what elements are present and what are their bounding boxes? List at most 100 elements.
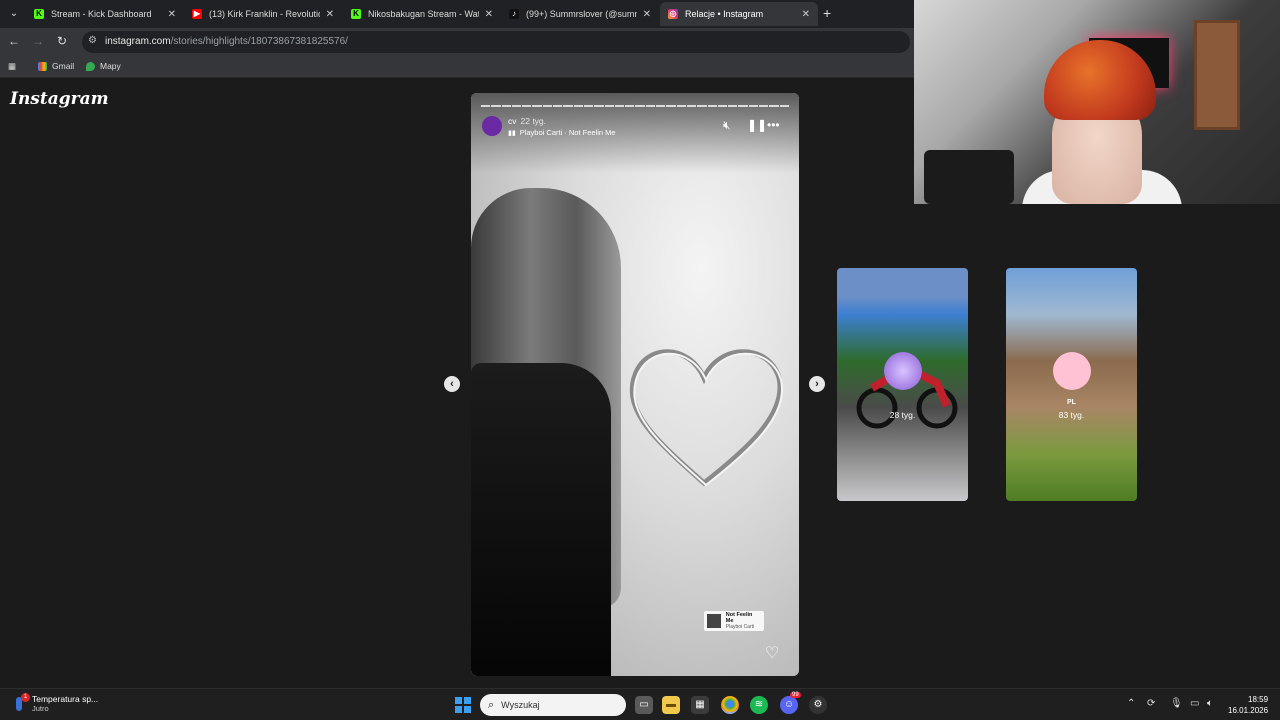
browser-tab-strip: ⌄ K Stream - Kick Dashboard ✕ ▶ (13) Kir…	[0, 0, 914, 28]
microphone-icon[interactable]: 🎙︎	[1170, 698, 1183, 709]
windows-start-icon[interactable]	[455, 697, 471, 713]
next-story-preview[interactable]: 28 tyg.	[837, 268, 968, 501]
close-tab-icon[interactable]: ✕	[643, 9, 651, 20]
tab-search-chevron-icon[interactable]: ⌄	[6, 6, 22, 22]
apps-grid-icon[interactable]: ▦	[8, 61, 16, 72]
site-info-icon[interactable]: ⚙	[88, 35, 97, 46]
bookmark-mapy[interactable]: Mapy	[86, 61, 121, 71]
progress-segment	[491, 105, 501, 107]
progress-segment	[573, 105, 583, 107]
weather-title: Temperatura sp...	[32, 694, 99, 704]
next-story-chevron-icon[interactable]: ›	[809, 376, 825, 392]
sand-heart-drawing	[629, 349, 784, 487]
taskbar-search[interactable]: ⌕ Wyszukaj	[480, 694, 626, 716]
gmail-icon	[38, 61, 47, 71]
story-username[interactable]: cv	[508, 116, 517, 126]
more-options-icon[interactable]: •••	[767, 118, 780, 132]
story-song[interactable]: ▮▮ Playboi Carti · Not Feelin Me	[508, 128, 616, 137]
story-song-title: Playboi Carti · Not Feelin Me	[519, 128, 616, 137]
discord-icon[interactable]: ☺	[780, 696, 798, 714]
music-sticker[interactable]: Not Feelin Me Playboi Carti	[704, 611, 764, 631]
back-arrow-icon[interactable]: ←	[6, 34, 22, 48]
tab-kick-stream[interactable]: K Nikosbakugan Stream - Watch ✕	[343, 2, 501, 26]
tab-tiktok[interactable]: ♪ (99+) Summrslover (@summrs ✕	[501, 2, 659, 26]
close-tab-icon[interactable]: ✕	[168, 9, 176, 20]
weather-widget[interactable]: 1 Temperatura sp... Jutro	[12, 692, 99, 713]
weather-badge: 1	[21, 692, 30, 702]
kick-icon: K	[351, 9, 361, 19]
webcam-chair	[924, 150, 1014, 204]
progress-segment	[604, 105, 614, 107]
preview-username: PL	[1067, 399, 1076, 406]
pause-icon[interactable]: ❚❚	[747, 118, 767, 132]
tab-kick-dashboard[interactable]: K Stream - Kick Dashboard ✕	[26, 2, 184, 26]
tab-instagram[interactable]: ◎ Relacje • Instagram ✕	[660, 2, 818, 26]
progress-segment	[676, 105, 686, 107]
progress-segment	[625, 105, 635, 107]
bookmarks-bar: ▦ Gmail Mapy	[0, 56, 914, 78]
progress-segment	[501, 105, 511, 107]
new-tab-plus-icon[interactable]: +	[823, 5, 831, 21]
previous-story-chevron-icon[interactable]: ‹	[444, 376, 460, 392]
tab-title: Stream - Kick Dashboard	[51, 9, 152, 19]
close-tab-icon[interactable]: ✕	[802, 9, 810, 20]
preview-avatar	[884, 352, 922, 390]
next-story-preview[interactable]: PL 83 tyg.	[1006, 268, 1137, 501]
discord-badge: 99	[790, 692, 801, 698]
progress-segment	[707, 105, 717, 107]
volume-icon[interactable]: 🔈︎	[1207, 698, 1213, 709]
file-explorer-icon[interactable]: ▬	[662, 696, 680, 714]
spotify-icon[interactable]: ≋	[750, 696, 768, 714]
like-heart-icon[interactable]: ♡	[765, 643, 779, 663]
story-viewer[interactable]: cv 22 tyg. ▮▮ Playboi Carti · Not Feelin M…	[471, 93, 799, 676]
progress-segment	[594, 105, 604, 107]
url-text: instagram.com/stories/highlights/1807386…	[105, 36, 348, 47]
album-cover	[707, 614, 721, 628]
webcam-overlay	[914, 0, 1280, 204]
progress-segment	[738, 105, 748, 107]
url-domain: instagram.com	[105, 36, 171, 47]
bookmark-label: Mapy	[100, 61, 121, 71]
chrome-icon[interactable]	[721, 696, 739, 714]
microsoft-store-icon[interactable]: ▦	[691, 696, 709, 714]
system-clock[interactable]: 18:59 16.01.2026	[1228, 694, 1268, 716]
bookmark-label: Gmail	[52, 61, 75, 71]
address-bar[interactable]: ⚙ instagram.com/stories/highlights/18073…	[82, 31, 910, 53]
progress-segment	[645, 105, 656, 107]
preview-avatar	[1053, 352, 1091, 390]
tab-title: (13) Kirk Franklin - Revolution	[209, 9, 320, 19]
tab-title: Nikosbakugan Stream - Watch	[368, 9, 479, 19]
progress-segment	[481, 105, 491, 107]
tab-youtube[interactable]: ▶ (13) Kirk Franklin - Revolution ✕	[184, 2, 342, 26]
forward-arrow-icon[interactable]: →	[30, 34, 46, 48]
steam-icon[interactable]: ⚙	[809, 696, 827, 714]
close-tab-icon[interactable]: ✕	[485, 9, 493, 20]
weather-subtitle: Jutro	[32, 704, 49, 713]
story-progress-bar	[481, 105, 789, 107]
reload-icon[interactable]: ↻	[54, 34, 70, 48]
progress-segment	[728, 105, 738, 107]
progress-segment	[511, 105, 522, 107]
progress-segment	[717, 105, 728, 107]
url-path: /stories/highlights/18073867381825576/	[170, 36, 348, 47]
windows-taskbar: 1 Temperatura sp... Jutro ⌕ Wyszukaj ▭ ▬…	[0, 688, 1280, 720]
story-image-figure-body	[471, 363, 611, 676]
bookmark-gmail[interactable]: Gmail	[38, 61, 74, 71]
preview-time: 28 tyg.	[889, 410, 916, 420]
tray-chevron-icon[interactable]: ⌃	[1127, 698, 1135, 709]
mute-icon[interactable]: 🔇︎	[723, 118, 731, 133]
progress-segment	[635, 105, 645, 107]
progress-segment	[748, 105, 759, 107]
story-time: 22 tyg.	[520, 116, 547, 126]
close-tab-icon[interactable]: ✕	[326, 9, 334, 20]
music-bars-icon: ▮▮	[508, 130, 516, 137]
task-view-icon[interactable]: ▭	[635, 696, 653, 714]
clock-time: 18:59	[1248, 695, 1269, 704]
instagram-logo[interactable]: Instagram	[10, 89, 109, 109]
story-avatar[interactable]	[482, 116, 502, 136]
network-icon[interactable]: ▭	[1190, 698, 1199, 709]
sync-icon[interactable]: ⟳	[1147, 698, 1155, 709]
progress-segment	[656, 105, 666, 107]
progress-segment	[666, 105, 676, 107]
search-placeholder: Wyszukaj	[501, 700, 540, 710]
